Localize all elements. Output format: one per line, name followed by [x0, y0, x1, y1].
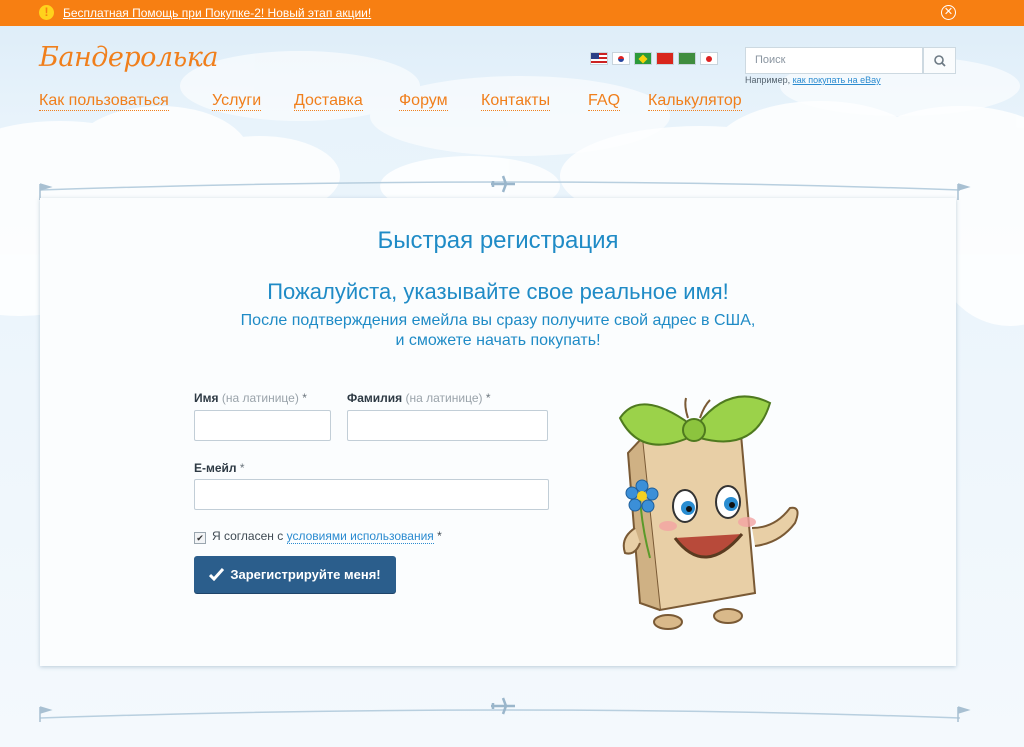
route-line-bottom: [39, 697, 971, 722]
checkmark-icon: [209, 568, 225, 581]
first-name-hint: (на латинице): [221, 391, 299, 405]
terms-link[interactable]: условиями использования: [286, 529, 434, 544]
register-button-label: Зарегистрируйте меня!: [230, 567, 381, 582]
first-name-field[interactable]: [194, 410, 331, 441]
plane-icon: [491, 175, 515, 193]
warning-icon: !: [39, 5, 54, 20]
flag-us-icon[interactable]: [590, 52, 608, 65]
register-button[interactable]: Зарегистрируйте меня!: [194, 556, 396, 593]
required-mark: *: [302, 391, 307, 405]
search-hint: Например, как покупать на eBay: [745, 75, 881, 85]
nav-item-forum[interactable]: Форум: [399, 92, 448, 111]
terms-checkbox[interactable]: ✔: [194, 532, 206, 544]
required-mark: *: [437, 529, 442, 543]
last-name-field[interactable]: [347, 410, 548, 441]
flag-china-icon[interactable]: [656, 52, 674, 65]
last-name-label-text: Фамилия: [347, 391, 403, 405]
flag-korea-icon[interactable]: [612, 52, 630, 65]
search-hint-link[interactable]: как покупать на eBay: [793, 75, 881, 85]
email-label-text: Е-мейл: [194, 461, 237, 475]
promo-bar: ! Бесплатная Помощь при Покупке-2! Новый…: [0, 0, 1024, 26]
terms-agreement: ✔ Я согласен с условиями использования *: [194, 529, 442, 544]
nav-item-delivery[interactable]: Доставка: [294, 92, 363, 111]
required-mark: *: [239, 461, 245, 475]
nav-item-calculator[interactable]: Калькулятор: [648, 92, 742, 111]
email-field[interactable]: [194, 479, 549, 510]
nav-item-contacts[interactable]: Контакты: [481, 92, 551, 111]
language-flags: [590, 52, 718, 65]
search-input[interactable]: Поиск: [745, 47, 923, 74]
mascot-parcel-image: [618, 395, 799, 630]
flag-japan-icon[interactable]: [700, 52, 718, 65]
plane-icon: [491, 697, 515, 715]
form-heading: Пожалуйста, указывайте свое реальное имя…: [267, 279, 729, 304]
search-icon: [934, 55, 946, 67]
email-label: Е-мейл *: [194, 461, 245, 475]
first-name-label-text: Имя: [194, 391, 219, 405]
flag-brazil-icon[interactable]: [634, 52, 652, 65]
promo-link[interactable]: Бесплатная Помощь при Покупке-2! Новый э…: [63, 6, 371, 20]
close-icon[interactable]: ✕: [941, 5, 956, 20]
page-title: Быстрая регистрация: [377, 227, 619, 254]
flag-arabic-icon[interactable]: [678, 52, 696, 65]
search-hint-prefix: Например,: [745, 75, 791, 85]
form-subtitle: После подтверждения емейла вы сразу полу…: [40, 311, 956, 351]
last-name-label: Фамилия (на латинице) *: [347, 391, 491, 405]
terms-prefix: Я согласен с: [212, 529, 284, 543]
registration-card: Быстрая регистрация Пожалуйста, указывай…: [40, 198, 956, 666]
required-mark: *: [485, 391, 491, 405]
nav-item-services[interactable]: Услуги: [212, 92, 262, 111]
nav-item-faq[interactable]: FAQ: [588, 92, 621, 111]
last-name-hint: (на латинице): [405, 391, 483, 405]
subtitle-line-1: После подтверждения емейла вы сразу полу…: [240, 312, 756, 329]
first-name-label: Имя (на латинице) *: [194, 391, 307, 405]
nav-item-how-to-use[interactable]: Как пользоваться: [39, 92, 169, 111]
search-button[interactable]: [923, 47, 956, 74]
subtitle-line-2: и сможете начать покупать!: [395, 332, 601, 349]
logo[interactable]: Бандеролька: [39, 42, 218, 73]
